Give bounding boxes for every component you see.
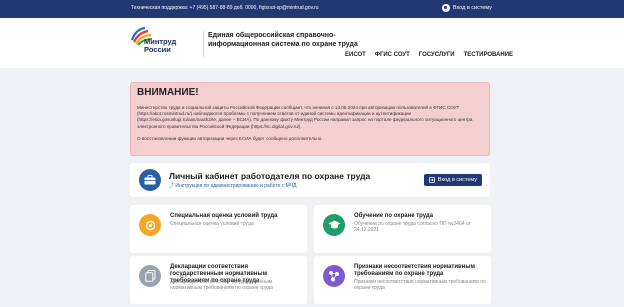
instruction-link[interactable]: ⤴ Инструкция по администрированию и рабо… <box>169 182 296 189</box>
card-title: Специальная оценка условий труда <box>170 213 278 219</box>
employer-cabinet-panel: Личный кабинет работодателя по охране тр… <box>130 163 490 197</box>
main-nav: ЕИСОТ ФГИС СОУТ ГОСУСЛУГИ ТЕСТИРОВАНИЕ <box>345 52 513 58</box>
portal-title: Единая общероссийская справочно-информац… <box>208 32 358 48</box>
network-icon <box>323 265 345 287</box>
employer-login-button[interactable]: Вход в систему <box>423 174 482 186</box>
user-icon <box>441 4 450 12</box>
employer-login-label: Вход в систему <box>437 177 477 183</box>
login-icon <box>428 177 435 183</box>
employer-cabinet-title: Личный кабинет работодателя по охране тр… <box>169 171 371 181</box>
alert-footer: О восстановлении функции авторизации чер… <box>137 135 323 141</box>
nav-item-eisot[interactable]: ЕИСОТ <box>345 52 366 58</box>
card-training[interactable]: Обучение по охране труда Обучение по охр… <box>314 205 491 253</box>
documents-icon <box>139 265 161 287</box>
login-link[interactable]: Вход в систему <box>441 4 492 12</box>
graduation-cap-icon <box>323 214 345 236</box>
nav-item-fgis-sout[interactable]: ФГИС СОУТ <box>375 52 410 58</box>
logo-text-line: России <box>144 45 171 54</box>
site-header: Минтруд России Единая общероссийская спр… <box>0 18 624 68</box>
login-label: Вход в систему <box>452 5 492 11</box>
card-declarations[interactable]: Декларации соответствия государственным … <box>130 256 307 304</box>
card-desc: Обучение по охране труда согласно ПП №24… <box>354 221 471 234</box>
top-bar: Техническая поддержка: +7 (495) 587-88-8… <box>0 0 624 18</box>
header-divider <box>203 31 204 57</box>
mintrud-logo[interactable]: Минтруд России <box>130 26 200 60</box>
logo-text: Минтруд России <box>144 38 176 54</box>
card-title: Признаки несоответствия нормативным треб… <box>354 264 475 277</box>
briefcase-icon <box>139 169 161 191</box>
card-title: Обучение по охране труда <box>354 213 434 219</box>
badge-icon <box>139 214 161 236</box>
alert-title: ВНИМАНИЕ! <box>137 87 199 98</box>
nav-item-testing[interactable]: ТЕСТИРОВАНИЕ <box>464 52 513 58</box>
instruction-link-label: Инструкция по администрированию и работе… <box>175 183 297 189</box>
alert-body: Министерство труда и социальной защиты Р… <box>137 105 473 129</box>
nav-item-gosuslugi[interactable]: ГОСУСЛУГИ <box>419 52 455 58</box>
card-desc: Специальная оценка условий труда <box>170 221 254 227</box>
warning-alert: ВНИМАНИЕ! Министерство труда и социально… <box>130 82 490 156</box>
card-desc: Декларации соответствия государственным … <box>170 279 273 292</box>
card-desc: Признаки несоответствия нормативным треб… <box>354 279 486 292</box>
support-info: Техническая поддержка: +7 (495) 587-88-8… <box>131 5 319 11</box>
card-sout[interactable]: Специальная оценка условий труда Специал… <box>130 205 307 253</box>
card-noncompliance[interactable]: Признаки несоответствия нормативным треб… <box>314 256 491 304</box>
